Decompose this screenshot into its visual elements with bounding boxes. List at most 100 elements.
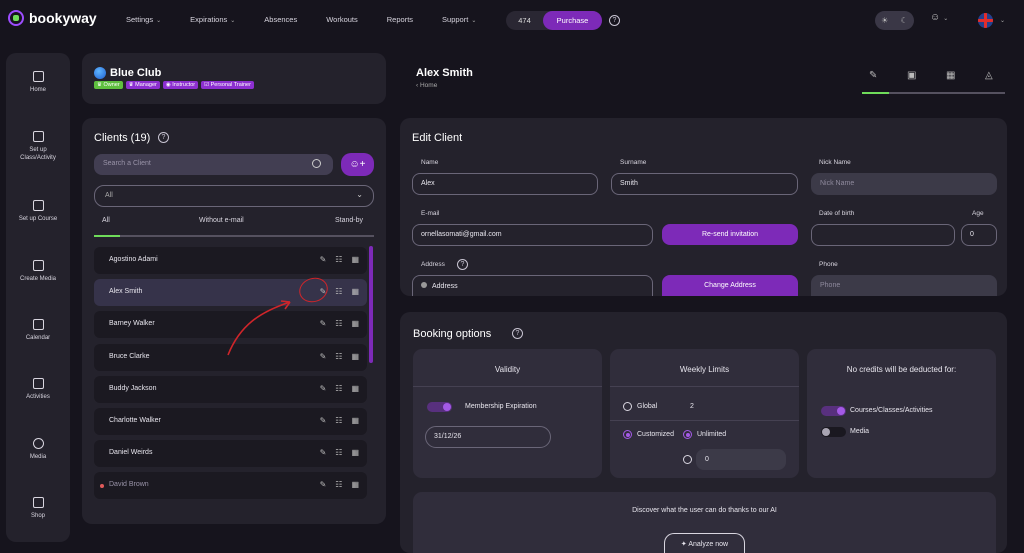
client-row[interactable]: Buddy Jackson ✎ ☷ ▦ xyxy=(94,375,367,403)
sidebar-item-setup-course[interactable]: Set up Course xyxy=(6,200,70,223)
client-row[interactable]: Agostino Adami ✎ ☷ ▦ xyxy=(94,247,367,274)
row-actions: ✎ ☷ ▦ xyxy=(320,416,359,425)
edit-client-button[interactable]: ✎ xyxy=(320,384,327,393)
name-label: Name xyxy=(421,159,439,166)
expiration-date-field[interactable]: 31/12/26 xyxy=(425,426,551,448)
tab-all[interactable]: All xyxy=(102,217,110,224)
edit-client-button[interactable]: ✎ xyxy=(320,416,327,425)
user-menu-icon[interactable]: ☺ ⌄ xyxy=(930,12,948,23)
calendar-icon: ▦ xyxy=(351,319,359,329)
client-document-button[interactable]: ☷ xyxy=(335,319,342,328)
tab-cart[interactable]: ◬ xyxy=(985,70,993,81)
weekly-limits-card: Weekly Limits Global 2 Customized Unlimi… xyxy=(610,349,799,478)
location-dot-icon xyxy=(421,282,427,288)
edit-client-button[interactable]: ✎ xyxy=(320,352,327,361)
address-field[interactable]: Address xyxy=(412,275,653,296)
breadcrumb[interactable]: ‹ Home xyxy=(416,82,437,89)
client-document-button[interactable]: ☷ xyxy=(335,255,342,264)
client-calendar-button[interactable]: ▦ xyxy=(351,448,359,457)
client-filter-select[interactable]: All ⌄ xyxy=(94,185,374,207)
global-value: 2 xyxy=(690,403,694,410)
client-document-button[interactable]: ☷ xyxy=(335,287,342,296)
moon-icon: ☾ xyxy=(900,16,908,25)
wallet-icon: ▣ xyxy=(907,70,917,81)
add-client-button[interactable]: ☺+ xyxy=(341,153,374,176)
change-address-button[interactable]: Change Address xyxy=(662,275,798,296)
nav-absences[interactable]: Absences xyxy=(264,15,297,24)
date-of-birth-field[interactable] xyxy=(811,224,955,246)
sidebar-item-media[interactable]: Media xyxy=(6,438,70,461)
client-document-button[interactable]: ☷ xyxy=(335,384,342,393)
client-row[interactable]: Charlotte Walker ✎ ☷ ▦ xyxy=(94,408,367,435)
tab-calendar[interactable]: ▦ xyxy=(946,70,955,81)
client-row[interactable]: Daniel Weirds ✎ ☷ ▦ xyxy=(94,440,367,468)
calendar-icon: ▦ xyxy=(351,255,359,264)
nav-settings[interactable]: Settings ⌄ xyxy=(126,15,161,24)
nickname-field[interactable]: Nick Name xyxy=(811,173,997,195)
client-row[interactable]: David Brown ✎ ☷ ▦ xyxy=(94,472,367,500)
client-calendar-button[interactable]: ▦ xyxy=(351,255,359,264)
client-calendar-button[interactable]: ▦ xyxy=(351,384,359,393)
tab-without-email[interactable]: Without e-mail xyxy=(199,217,244,224)
global-radio[interactable] xyxy=(623,402,632,411)
client-calendar-button[interactable]: ▦ xyxy=(351,416,359,425)
client-calendar-button[interactable]: ▦ xyxy=(351,287,359,296)
edit-client-button[interactable]: ✎ xyxy=(320,480,327,489)
edit-client-button[interactable]: ✎ xyxy=(320,255,327,264)
client-calendar-button[interactable]: ▦ xyxy=(351,480,359,489)
client-document-button[interactable]: ☷ xyxy=(335,448,342,457)
resend-invitation-button[interactable]: Re-send invitation xyxy=(662,224,798,245)
nav-reports[interactable]: Reports xyxy=(387,15,413,24)
custom-limit-field[interactable]: 0 xyxy=(696,449,786,470)
document-icon: ☷ xyxy=(335,416,343,425)
tab-indicator xyxy=(94,235,374,237)
surname-field[interactable]: Smith xyxy=(611,173,798,195)
help-icon[interactable]: ? xyxy=(158,132,169,143)
purchase-button[interactable]: Purchase xyxy=(543,11,602,30)
membership-expiration-toggle[interactable] xyxy=(427,402,452,412)
custom-limit-radio[interactable] xyxy=(683,455,692,464)
sidebar-item-create-media[interactable]: Create Media xyxy=(6,260,70,283)
nav-workouts[interactable]: Workouts xyxy=(326,15,358,24)
customized-radio[interactable] xyxy=(623,430,632,439)
sidebar-item-setup-class[interactable]: Set up Class/Activity xyxy=(6,131,70,162)
analyze-now-button[interactable]: ✦ Analyze now xyxy=(664,533,745,553)
tab-wallet[interactable]: ▣ xyxy=(907,70,916,81)
name-field[interactable]: Alex xyxy=(412,173,598,195)
client-list-scrollbar[interactable] xyxy=(369,246,373,363)
client-calendar-button[interactable]: ▦ xyxy=(351,319,359,328)
shop-icon xyxy=(32,497,44,508)
edit-client-button[interactable]: ✎ xyxy=(320,448,327,457)
courses-no-credit-toggle[interactable] xyxy=(821,406,846,416)
client-calendar-button[interactable]: ▦ xyxy=(351,352,359,361)
media-no-credit-toggle[interactable] xyxy=(821,427,846,437)
unlimited-radio[interactable] xyxy=(683,430,692,439)
tab-stand-by[interactable]: Stand-by xyxy=(335,217,363,224)
nav-expirations[interactable]: Expirations ⌄ xyxy=(190,15,235,24)
annotation-arrow xyxy=(227,300,291,356)
badge-owner: ♛ Owner xyxy=(94,81,123,89)
age-field[interactable]: 0 xyxy=(961,224,997,246)
tab-edit[interactable]: ✎ xyxy=(869,70,877,81)
app-logo[interactable]: bookyway xyxy=(8,10,97,26)
client-document-button[interactable]: ☷ xyxy=(335,352,342,361)
edit-client-button[interactable]: ✎ xyxy=(320,319,327,328)
help-icon[interactable]: ? xyxy=(512,328,523,339)
email-field[interactable]: ornellasomati@gmail.com xyxy=(412,224,653,246)
sidebar-item-home[interactable]: Home xyxy=(6,71,70,94)
sidebar-item-activities[interactable]: Activities xyxy=(6,378,70,401)
client-document-button[interactable]: ☷ xyxy=(335,480,342,489)
help-icon[interactable]: ? xyxy=(609,15,620,26)
help-icon[interactable]: ? xyxy=(457,259,468,270)
client-search-input[interactable]: Search a Client xyxy=(94,154,333,175)
phone-field[interactable]: Phone xyxy=(811,275,997,296)
sidebar-item-calendar[interactable]: Calendar xyxy=(6,319,70,342)
theme-toggle[interactable]: ☀ ☾ xyxy=(875,11,914,30)
language-flag-icon[interactable] xyxy=(978,13,993,28)
nav-support[interactable]: Support ⌄ xyxy=(442,15,476,24)
client-document-button[interactable]: ☷ xyxy=(335,416,342,425)
client-name: Agostino Adami xyxy=(109,256,158,263)
booking-options-title: Booking options xyxy=(413,328,492,340)
calendar-icon: ▦ xyxy=(351,383,359,393)
sidebar-item-shop[interactable]: Shop xyxy=(6,497,70,520)
